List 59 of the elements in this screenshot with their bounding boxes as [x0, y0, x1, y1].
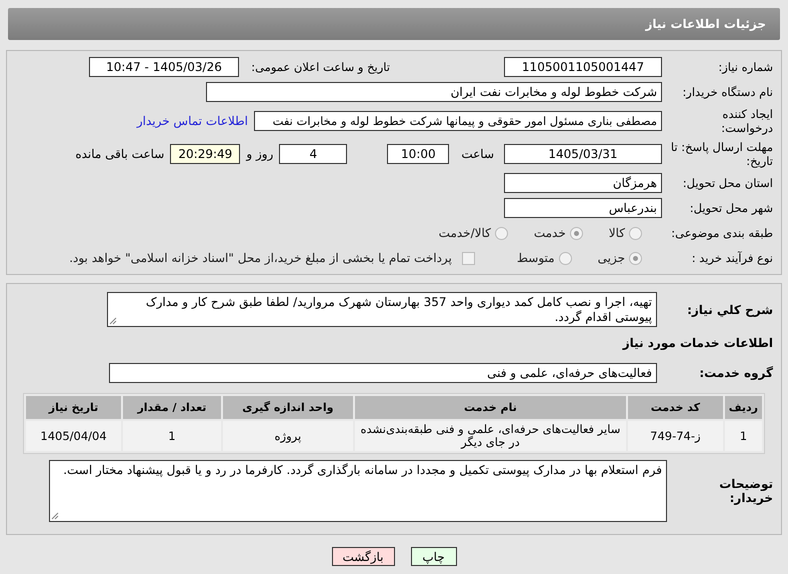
field-label: تاریخ و ساعت اعلان عمومی:: [250, 60, 390, 74]
field-label: گروه خدمت:: [698, 366, 773, 380]
buyer-notes-field[interactable]: فرم استعلام بها در مدارک پیوستی تکمیل و مجددا در سامانه بارگذاری گردد. کارفرما در رد و یا قبول پیشنهاد مختار است.: [49, 460, 667, 522]
field-label: شهر محل تحویل:: [688, 201, 773, 215]
field-label: نام دستگاه خریدار:: [681, 85, 773, 99]
column-header: واحد اندازه گیری: [222, 396, 353, 419]
buyer-field[interactable]: شرکت خطوط لوله و مخابرات نفت ایران: [206, 82, 662, 102]
field-label: طبقه بندی موضوعی:: [670, 226, 773, 240]
deadline-date-field[interactable]: 1405/03/31: [504, 144, 662, 164]
table-cell: 1: [724, 421, 762, 451]
print-button[interactable]: چاپ: [410, 547, 456, 566]
field-label: نوع فرآیند خرید :: [690, 251, 773, 265]
radio-label: خدمت: [534, 226, 566, 240]
column-header: تعداد / مقدار: [123, 396, 221, 419]
province-field[interactable]: هرمزگان: [504, 173, 662, 193]
requester-field[interactable]: مصطفی بناری مسئول امور حقوقی و پیمانها شرکت خطوط لوله و مخابرات نفت: [254, 111, 662, 131]
buyer-contact-link[interactable]: اطلاعات تماس خریدار: [136, 114, 248, 128]
field-label: شماره نیاز:: [717, 60, 773, 74]
radio-label: متوسط: [516, 251, 555, 265]
days-field[interactable]: 4: [279, 144, 348, 164]
column-header: نام خدمت: [354, 396, 626, 419]
column-header: تاریخ نیاز: [26, 396, 122, 419]
need-number-field[interactable]: 1105001105001447: [504, 57, 662, 77]
field-label: ساعت باقی مانده: [75, 147, 164, 161]
table-cell: 1: [123, 421, 221, 451]
radio-label: کالا: [608, 226, 625, 240]
announce-date-field[interactable]: 1405/03/26 - 10:47: [89, 57, 239, 77]
column-header: ردیف: [724, 396, 762, 419]
table-cell: پروژه: [222, 421, 353, 451]
remaining-time-field[interactable]: 20:29:49: [170, 144, 240, 164]
description-field[interactable]: تهیه، اجرا و نصب کامل کمد دیواری واحد 357 بهارستان شهرک مروارید/ لطفا طبق شرح کار و مدارک پیوستی اقدام گردد.: [107, 292, 657, 327]
checkbox-label: پرداخت تمام یا بخشی از مبلغ خرید،از محل "اسناد خزانه اسلامی" خواهد بود.: [69, 251, 452, 265]
section-heading: اطلاعات خدمات مورد نیاز: [621, 336, 773, 350]
radio-label: کالا/خدمت: [438, 226, 491, 240]
field-label: ایجاد کننده درخواست:: [720, 107, 773, 135]
field-label: ساعت: [461, 147, 494, 161]
field-label: روز و: [246, 147, 274, 161]
radio-label: جزیی: [598, 251, 625, 265]
field-label: توضیحات خریدار:: [718, 477, 773, 505]
column-header: کد خدمت: [628, 396, 723, 419]
city-field[interactable]: بندرعباس: [504, 198, 662, 218]
table-cell: 1405/04/04: [26, 421, 122, 451]
field-label: استان محل تحویل:: [682, 176, 773, 190]
back-button[interactable]: بازگشت: [332, 547, 394, 566]
table-cell: سایر فعالیت‌های حرفه‌ای، علمی و فنی طبقه‌بندی‌نشده در جای دیگر: [354, 421, 626, 451]
resize-grip-icon[interactable]: [51, 512, 59, 520]
radio-button[interactable]: [570, 226, 583, 240]
page-header: جزئیات اطلاعات نیاز: [8, 8, 780, 40]
field-label: مهلت ارسال پاسخ: تا تاریخ:: [670, 140, 773, 168]
field-label: شرح کلي نياز:: [686, 302, 773, 316]
deadline-time-field[interactable]: 10:00: [387, 144, 450, 164]
radio-button[interactable]: [558, 252, 572, 264]
resize-grip-icon[interactable]: [109, 317, 117, 325]
radio-button[interactable]: [629, 252, 642, 264]
payment-checkbox[interactable]: [462, 252, 475, 264]
radio-button[interactable]: [494, 226, 508, 240]
radio-button[interactable]: [629, 226, 642, 240]
service-group-field[interactable]: فعالیت‌های حرفه‌ای، علمی و فنی: [109, 363, 657, 383]
table-cell: ز-74-749: [628, 421, 723, 451]
